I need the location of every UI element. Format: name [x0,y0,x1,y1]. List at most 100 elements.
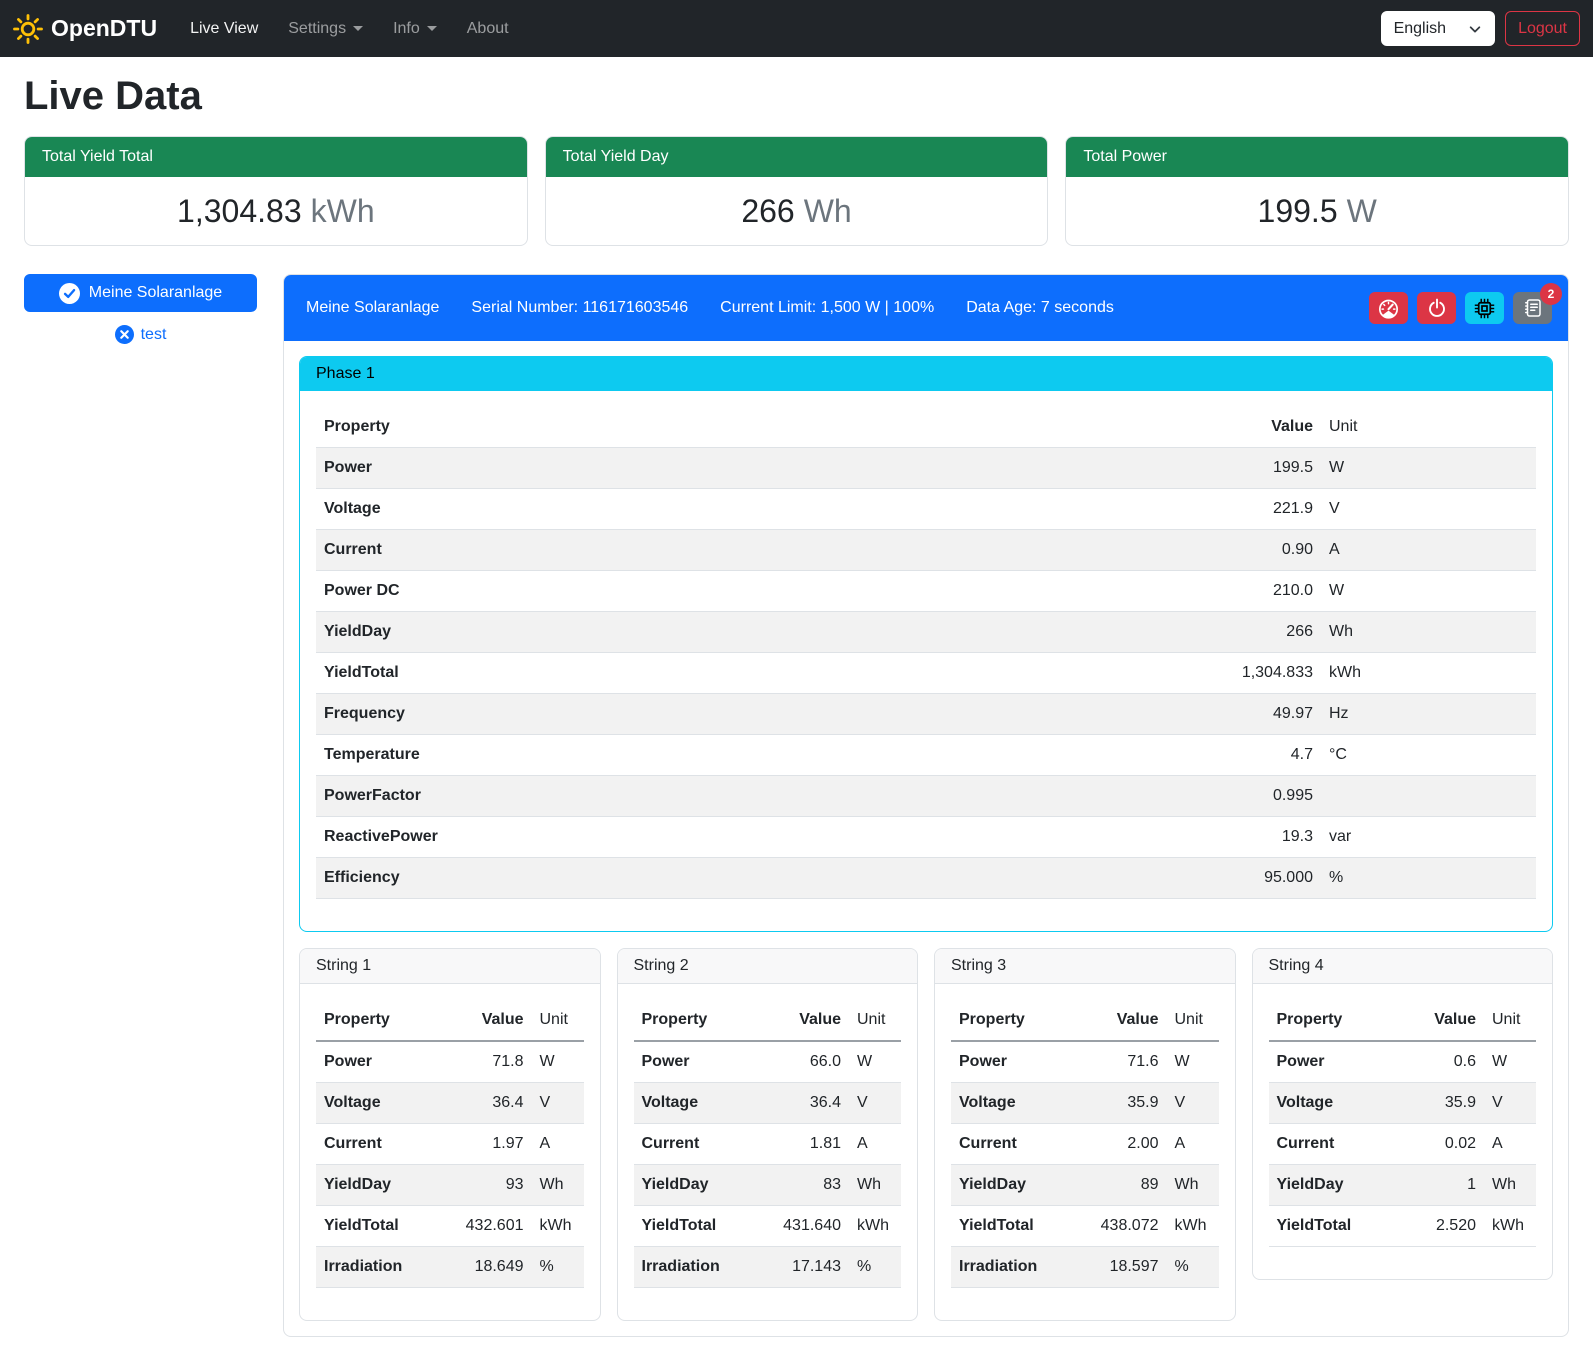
column-header: Value [437,1000,532,1041]
card-value: 266 [741,193,794,229]
table-row: Voltage35.9V [1269,1083,1537,1124]
sidebar-item-label: test [141,326,167,344]
property-cell: ReactivePower [316,817,1191,858]
value-cell: 432.601 [437,1206,532,1247]
string-panel-1: String 1 PropertyValueUnit Power71.8WVol… [299,948,601,1321]
value-cell: 18.649 [437,1247,532,1288]
unit-cell: A [532,1124,584,1165]
string-panel-2: String 2 PropertyValueUnit Power66.0WVol… [617,948,919,1321]
property-cell: Irradiation [634,1247,755,1288]
table-row: YieldDay266Wh [316,612,1536,653]
card-total-yield-total: Total Yield Total 1,304.83kWh [24,136,528,246]
column-header: Unit [1484,1000,1536,1041]
nav-about[interactable]: About [452,12,524,46]
table-row: YieldTotal431.640kWh [634,1206,902,1247]
value-cell: 4.7 [1191,735,1321,776]
language-value: English [1394,20,1446,38]
column-header: Property [1269,1000,1390,1041]
unit-cell: V [1321,489,1536,530]
table-row: Power71.8W [316,1041,584,1083]
top-navbar: OpenDTU Live View Settings Info About En… [0,0,1593,57]
card-value: 199.5 [1258,193,1338,229]
table-row: Power199.5W [316,448,1536,489]
table-row: Voltage35.9V [951,1083,1219,1124]
unit-cell: A [1484,1124,1536,1165]
nav-settings-dropdown[interactable]: Settings [273,12,378,46]
string-table: PropertyValueUnit Power0.6WVoltage35.9VC… [1269,1000,1537,1247]
property-cell: Voltage [316,489,1191,530]
value-cell: 266 [1191,612,1321,653]
nav-info-dropdown[interactable]: Info [378,12,452,46]
inverter-actions: 2 [1369,292,1552,324]
property-cell: Voltage [951,1083,1072,1124]
card-total-yield-day: Total Yield Day 266Wh [545,136,1049,246]
table-row: YieldDay89Wh [951,1165,1219,1206]
table-row: YieldDay83Wh [634,1165,902,1206]
journal-text-icon [1523,298,1543,318]
property-cell: YieldTotal [316,1206,437,1247]
value-cell: 1.81 [754,1124,849,1165]
logout-button[interactable]: Logout [1505,11,1580,46]
event-count-badge: 2 [1540,283,1562,305]
string-table: PropertyValueUnit Power71.6WVoltage35.9V… [951,1000,1219,1288]
column-header: Unit [1167,1000,1219,1041]
limit-settings-button[interactable] [1369,292,1408,324]
sidebar-item-meine-solaranlage[interactable]: Meine Solaranlage [24,274,257,312]
value-cell: 83 [754,1165,849,1206]
property-cell: Voltage [634,1083,755,1124]
table-row: Frequency49.97Hz [316,694,1536,735]
string-title: String 4 [1253,949,1553,984]
column-header: Unit [849,1000,901,1041]
property-cell: Power [316,1041,437,1083]
unit-cell [1321,776,1536,817]
column-header: Property [316,1000,437,1041]
summary-cards-row: Total Yield Total 1,304.83kWh Total Yiel… [24,136,1569,246]
property-cell: PowerFactor [316,776,1191,817]
unit-cell: V [849,1083,901,1124]
inverter-panel: Meine Solaranlage Serial Number: 1161716… [283,274,1569,1337]
value-cell: 210.0 [1191,571,1321,612]
speedometer-icon [1378,298,1399,319]
property-cell: YieldTotal [634,1206,755,1247]
property-cell: Current [316,1124,437,1165]
x-circle-icon [115,325,134,344]
brand[interactable]: OpenDTU [13,14,157,44]
phase-table: PropertyValueUnit Power199.5WVoltage221.… [316,407,1536,899]
value-cell: 18.597 [1072,1247,1167,1288]
value-cell: 36.4 [437,1083,532,1124]
table-row: YieldDay93Wh [316,1165,584,1206]
column-header: Unit [1321,407,1536,448]
value-cell: 1.97 [437,1124,532,1165]
table-row: ReactivePower19.3var [316,817,1536,858]
unit-cell: Wh [532,1165,584,1206]
value-cell: 71.8 [437,1041,532,1083]
table-row: Power DC210.0W [316,571,1536,612]
unit-cell: var [1321,817,1536,858]
card-unit: kWh [311,193,375,229]
table-row: Efficiency95.000% [316,858,1536,899]
device-info-button[interactable] [1465,292,1504,324]
power-button[interactable] [1417,292,1456,324]
table-row: Power0.6W [1269,1041,1537,1083]
value-cell: 1 [1389,1165,1484,1206]
inverter-name: Meine Solaranlage [306,299,439,317]
unit-cell: Hz [1321,694,1536,735]
property-cell: Power DC [316,571,1191,612]
card-total-power: Total Power 199.5W [1065,136,1569,246]
property-cell: Temperature [316,735,1191,776]
value-cell: 221.9 [1191,489,1321,530]
property-cell: Efficiency [316,858,1191,899]
property-cell: YieldTotal [1269,1206,1390,1247]
property-cell: YieldDay [316,1165,437,1206]
check-circle-icon [59,283,80,304]
column-header: Value [1389,1000,1484,1041]
property-cell: Irradiation [951,1247,1072,1288]
string-panel-4: String 4 PropertyValueUnit Power0.6WVolt… [1252,948,1554,1280]
unit-cell: W [532,1041,584,1083]
event-log-button[interactable]: 2 [1513,292,1552,324]
sidebar-item-test[interactable]: test [24,325,257,344]
language-select[interactable]: English [1381,11,1495,46]
nav-live-view[interactable]: Live View [175,12,273,46]
inverter-data-age: Data Age: 7 seconds [966,299,1114,317]
unit-cell: W [849,1041,901,1083]
